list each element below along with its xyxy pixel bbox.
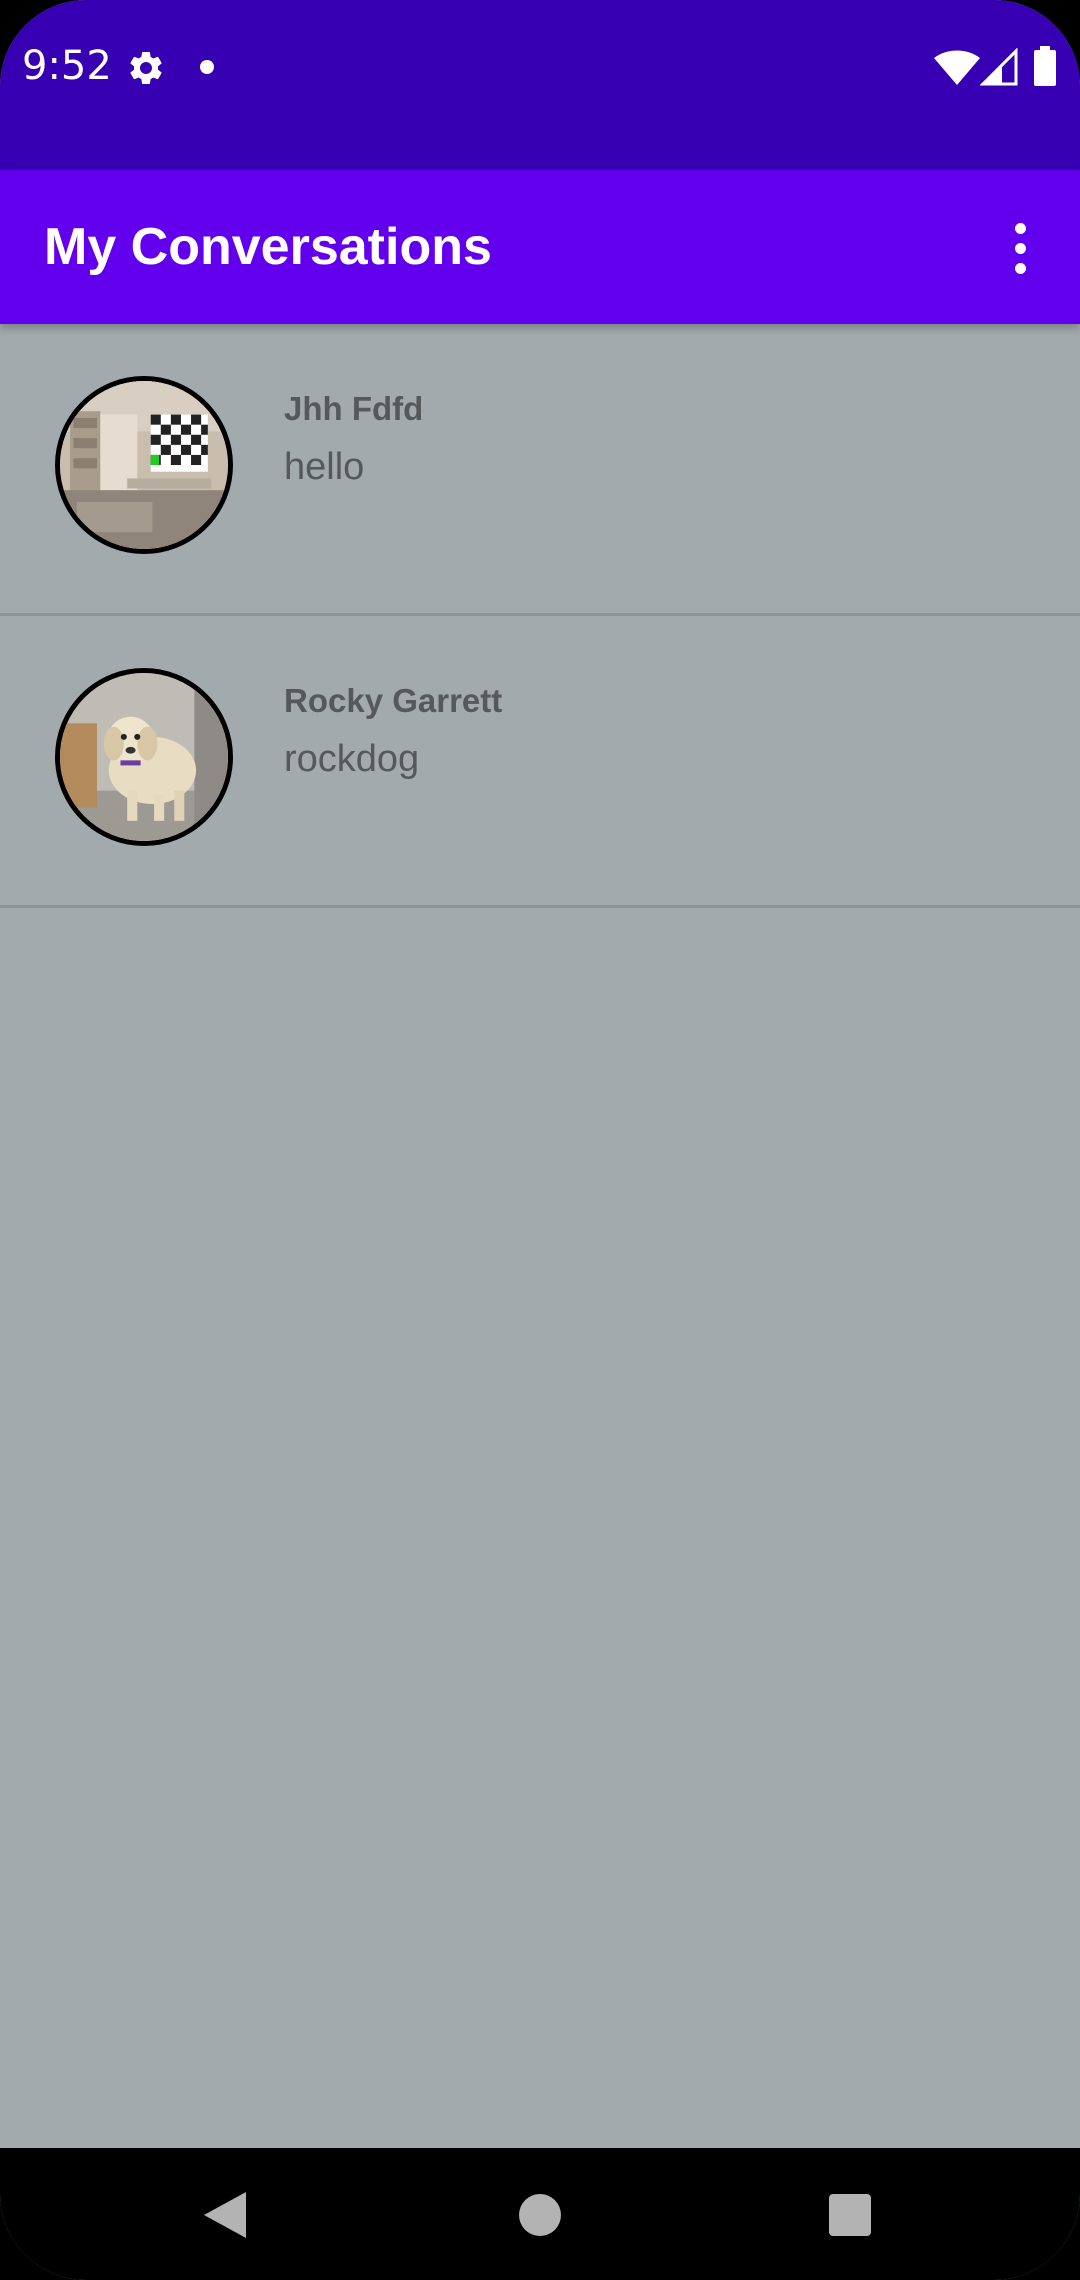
navigation-bar: [0, 2148, 1080, 2280]
conversation-name: Jhh Fdfd: [284, 390, 424, 427]
device-screen: 9:52 My Conversations Jhh Fdfd hello Roc…: [0, 0, 1080, 2280]
status-bar: 9:52: [0, 0, 1080, 170]
back-icon[interactable]: [204, 2192, 248, 2238]
page-title: My Conversations: [44, 218, 492, 276]
more-vert-icon[interactable]: [996, 212, 1044, 284]
gear-icon: [130, 51, 162, 84]
avatar: [55, 668, 233, 846]
conversation-message: hello: [284, 446, 365, 488]
conversation-name: Rocky Garrett: [284, 682, 503, 719]
recents-icon[interactable]: [829, 2194, 871, 2236]
cell-signal-icon: [980, 48, 1018, 86]
avatar: [55, 376, 233, 554]
app-bar: My Conversations: [0, 170, 1080, 324]
battery-icon: [1034, 46, 1056, 86]
wifi-icon: [934, 50, 980, 85]
status-time: 9:52: [22, 43, 112, 89]
conversation-message: rockdog: [284, 738, 420, 780]
conversation-list: Jhh Fdfd hello Rocky Garrett rockdog: [0, 324, 1080, 908]
home-icon[interactable]: [519, 2194, 561, 2236]
notification-dot-icon: [200, 60, 214, 74]
conversation-item[interactable]: Rocky Garrett rockdog: [0, 616, 1080, 908]
conversation-item[interactable]: Jhh Fdfd hello: [0, 324, 1080, 616]
